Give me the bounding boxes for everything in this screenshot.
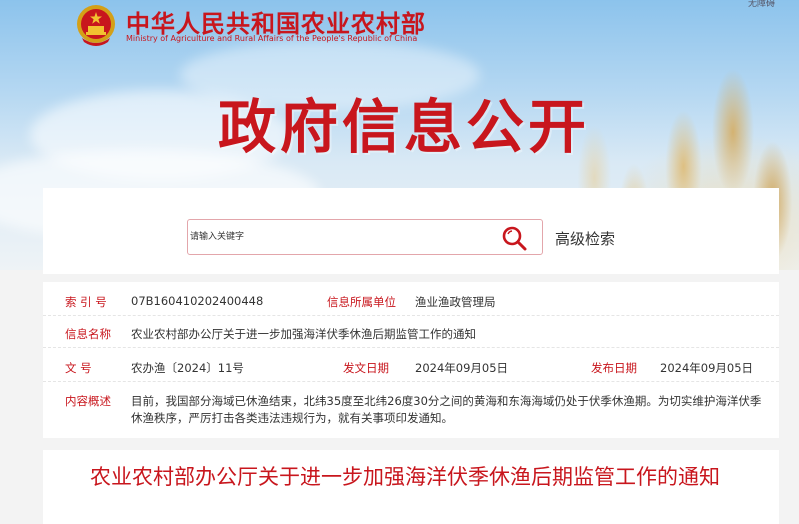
- doc-number-value: 农办渔〔2024〕11号: [131, 361, 244, 375]
- publish-date-label: 发布日期: [591, 361, 637, 375]
- unit-label: 信息所属单位: [327, 295, 396, 309]
- written-date-value: 2024年09月05日: [415, 361, 509, 375]
- advanced-search-link[interactable]: 高级检索: [555, 228, 615, 249]
- search-icon[interactable]: [500, 224, 528, 252]
- search-input[interactable]: [190, 221, 490, 253]
- written-date-label: 发文日期: [343, 361, 389, 375]
- publish-date-value: 2024年09月05日: [660, 361, 754, 375]
- unit-value: 渔业渔政管理局: [415, 295, 496, 309]
- name-label: 信息名称: [65, 327, 111, 341]
- index-label: 索 引 号: [65, 295, 107, 309]
- accessibility-link[interactable]: 无障碍: [748, 0, 775, 9]
- name-value: 农业农村部办公厅关于进一步加强海洋伏季休渔后期监管工作的通知: [131, 327, 476, 341]
- site-subtitle: Ministry of Agriculture and Rural Affair…: [126, 34, 418, 43]
- index-value: 07B160410202400448: [131, 294, 264, 308]
- hero-title: 政府信息公开: [218, 93, 591, 161]
- summary-label: 内容概述: [65, 394, 111, 408]
- article-title: 农业农村部办公厅关于进一步加强海洋伏季休渔后期监管工作的通知: [90, 465, 720, 489]
- doc-number-label: 文 号: [65, 361, 92, 375]
- summary-value: 目前，我国部分海域已休渔结束，北纬35度至北纬26度30分之间的黄海和东海海域仍…: [131, 394, 762, 425]
- national-emblem-icon[interactable]: [76, 4, 116, 48]
- search-box[interactable]: [187, 219, 543, 255]
